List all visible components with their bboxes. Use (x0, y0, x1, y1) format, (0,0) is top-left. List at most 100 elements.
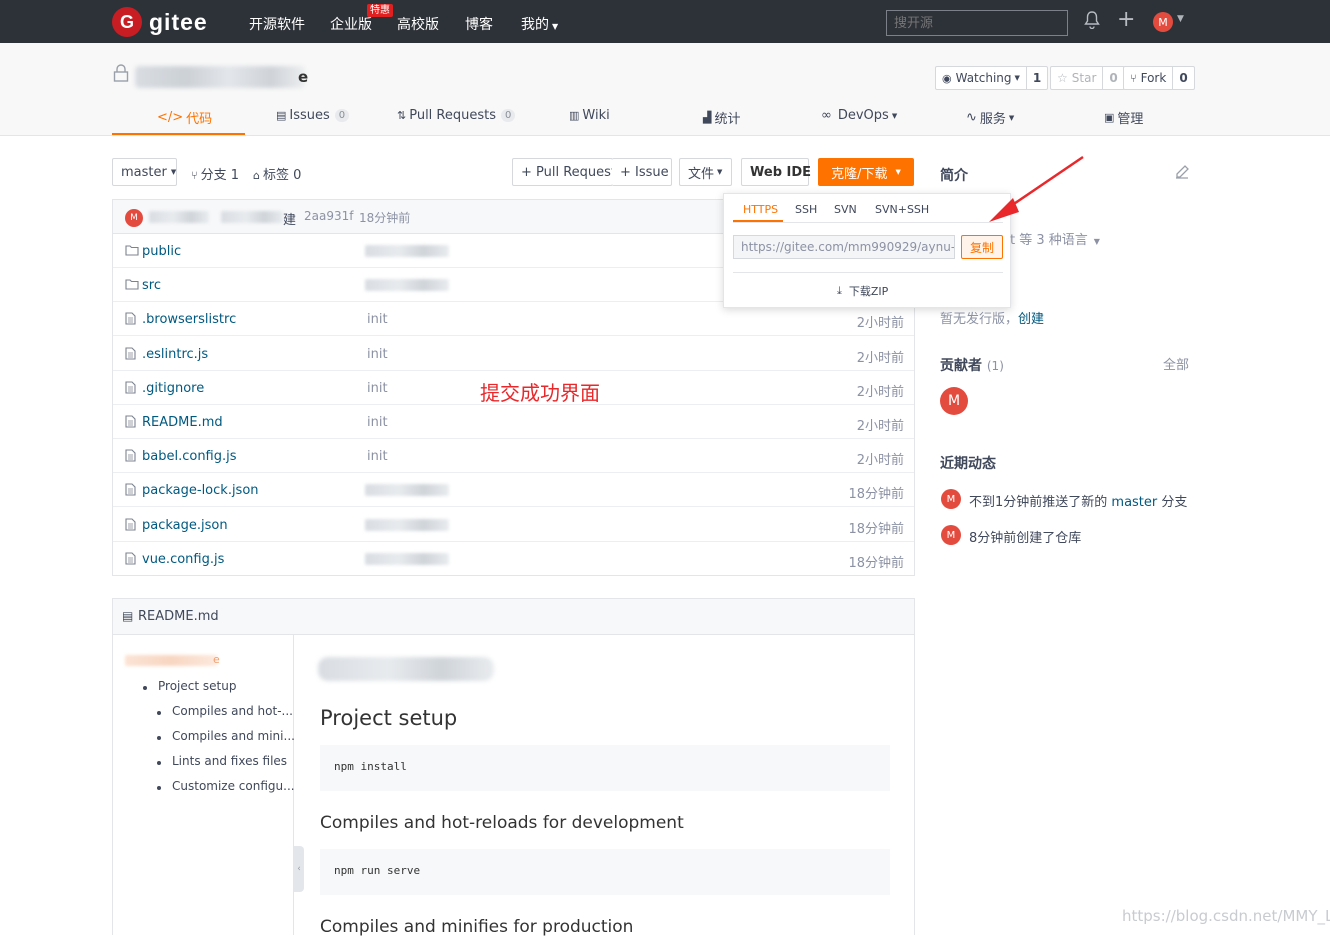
file-name[interactable]: README.md (142, 415, 223, 430)
clone-download-button[interactable]: 克隆/下载 ▼ (818, 158, 914, 186)
star-icon: ☆ (1057, 71, 1068, 85)
file-row[interactable]: package-lock.json 18分钟前 (113, 473, 914, 508)
toc-item[interactable]: Compiles and mini... (172, 729, 295, 743)
commit-message-blurred[interactable] (365, 518, 449, 531)
nav-university[interactable]: 高校版 (397, 14, 439, 34)
watermark: https://blog.csdn.net/MMY_L (1122, 907, 1330, 925)
readme-filename[interactable]: README.md (138, 609, 219, 624)
file-time: 2小时前 (856, 316, 904, 332)
star-count[interactable]: 0 (1102, 67, 1123, 89)
files-dropdown[interactable]: 文件 ▼ (679, 158, 732, 186)
toc-item[interactable]: Customize configu... (172, 779, 295, 793)
web-ide-button[interactable]: Web IDE (741, 158, 811, 186)
readme-file-icon: ▤ (122, 609, 134, 623)
nav-open-source[interactable]: 开源软件 (249, 14, 305, 34)
tab-devops[interactable]: ∞ DevOps ▼ (821, 108, 897, 123)
file-name[interactable]: vue.config.js (142, 552, 224, 567)
tab-stats[interactable]: ▟ 统计 (703, 108, 740, 127)
activity-avatar[interactable]: M (941, 525, 961, 545)
commit-message-blurred[interactable] (221, 211, 283, 223)
collapse-toc-handle[interactable]: ‹ (294, 846, 304, 892)
file-commit-message[interactable]: init (367, 312, 388, 327)
tab-wiki[interactable]: ▥ Wiki (569, 108, 610, 123)
file-name[interactable]: src (142, 278, 161, 293)
toc-bullet (143, 686, 147, 690)
bell-icon[interactable] (1084, 11, 1100, 29)
watch-button[interactable]: ◉ Watching ▼ 1 (935, 66, 1049, 90)
tab-issues[interactable]: ▤ Issues 0 (276, 108, 350, 123)
languages-summary[interactable]: t 等 3 种语言 ▼ (1010, 229, 1100, 248)
tab-code[interactable]: </> 代码 (157, 108, 212, 127)
clone-tab-svn-ssh[interactable]: SVN+SSH (875, 203, 929, 216)
chevron-down-icon[interactable]: ▼ (1177, 14, 1184, 24)
user-avatar[interactable]: M (1153, 12, 1173, 32)
clone-url-input[interactable]: https://gitee.com/mm990929/aynu-gis (733, 235, 955, 259)
tab-services[interactable]: ∿ 服务 ▼ (966, 108, 1014, 127)
branch-select[interactable]: master ▼ (112, 158, 177, 186)
file-name[interactable]: .eslintrc.js (142, 347, 208, 362)
fork-count[interactable]: 0 (1172, 67, 1193, 89)
commit-hash[interactable]: 2aa931f (304, 209, 353, 223)
contributors-label: 贡献者 (940, 358, 982, 374)
activity-suffix: 分支 (1157, 495, 1188, 510)
clone-tab-https[interactable]: HTTPS (743, 203, 778, 216)
commit-message-blurred[interactable] (365, 279, 449, 292)
branch-link[interactable]: master (1111, 495, 1157, 510)
copy-button[interactable]: 复制 (961, 235, 1003, 259)
clone-tab-ssh[interactable]: SSH (795, 203, 817, 216)
commit-author-blurred[interactable] (149, 211, 209, 223)
file-time: 2小时前 (856, 350, 904, 366)
file-name[interactable]: package-lock.json (142, 483, 259, 498)
activity-avatar[interactable]: M (941, 489, 961, 509)
commit-message-blurred[interactable] (365, 552, 449, 565)
tags-link[interactable]: ⌂ 标签 0 (253, 164, 301, 183)
create-release-link[interactable]: 创建 (1018, 312, 1044, 327)
tab-pull-requests[interactable]: ⇅ Pull Requests 0 (397, 108, 516, 123)
file-commit-message[interactable]: init (367, 381, 388, 396)
commit-author-avatar[interactable]: M (125, 209, 143, 227)
file-name[interactable]: .gitignore (142, 381, 204, 396)
download-zip-link[interactable]: ⤓ 下载ZIP (837, 283, 888, 299)
nav-enterprise[interactable]: 企业版 (330, 14, 372, 34)
toc-item[interactable]: Lints and fixes files (172, 754, 287, 768)
new-issue-button[interactable]: + Issue (612, 158, 672, 186)
toc-item[interactable]: Compiles and hot-... (172, 704, 293, 718)
file-row[interactable]: babel.config.js init 2小时前 (113, 439, 914, 474)
commit-message-blurred[interactable] (365, 245, 449, 257)
toc-title-blurred[interactable] (125, 655, 217, 666)
commit-message-blurred[interactable] (365, 484, 449, 497)
file-commit-message[interactable]: init (367, 415, 388, 430)
file-row[interactable]: vue.config.js 18分钟前 (113, 542, 914, 576)
star-button[interactable]: ☆ Star 0 (1050, 66, 1125, 90)
file-row[interactable]: README.md init 2小时前 (113, 405, 914, 439)
file-commit-message[interactable]: init (367, 347, 388, 362)
repo-title-blurred[interactable] (135, 66, 305, 88)
clone-tab-svn[interactable]: SVN (834, 203, 857, 216)
toc-title-tail: e (213, 653, 220, 666)
gitee-logo[interactable]: G gitee (112, 7, 208, 37)
watch-count[interactable]: 1 (1025, 67, 1047, 89)
nav-mine[interactable]: 我的 ▼ (521, 14, 558, 34)
new-pull-request-button[interactable]: + Pull Request (512, 158, 616, 186)
pulse-icon: ∿ (966, 110, 977, 125)
branches-link[interactable]: ⑂ 分支 1 (191, 164, 239, 183)
tab-manage[interactable]: ▣ 管理 (1104, 108, 1143, 127)
contributor-avatar[interactable]: M (940, 387, 968, 415)
file-name[interactable]: package.json (142, 518, 228, 533)
file-name[interactable]: babel.config.js (142, 449, 237, 464)
file-row[interactable]: .eslintrc.js init 2小时前 (113, 337, 914, 371)
file-name[interactable]: public (142, 244, 181, 259)
file-row[interactable]: package.json 18分钟前 (113, 508, 914, 542)
fork-button[interactable]: ⑂ Fork 0 (1123, 66, 1195, 90)
release-status: 暂无发行版，创建 (940, 308, 1044, 327)
toc-item[interactable]: Project setup (158, 679, 236, 693)
nav-blog[interactable]: 博客 (465, 14, 493, 34)
search-input[interactable] (886, 10, 1068, 36)
file-commit-message[interactable]: init (367, 449, 388, 464)
edit-icon[interactable] (1174, 164, 1190, 180)
plus-icon[interactable]: + (1117, 9, 1135, 31)
hot-badge: 特惠 (367, 4, 393, 17)
file-name[interactable]: .browserslistrc (142, 312, 236, 327)
readme-toc: e Project setup Compiles and hot-... Com… (113, 635, 295, 935)
all-contributors-link[interactable]: 全部 (1163, 354, 1189, 373)
